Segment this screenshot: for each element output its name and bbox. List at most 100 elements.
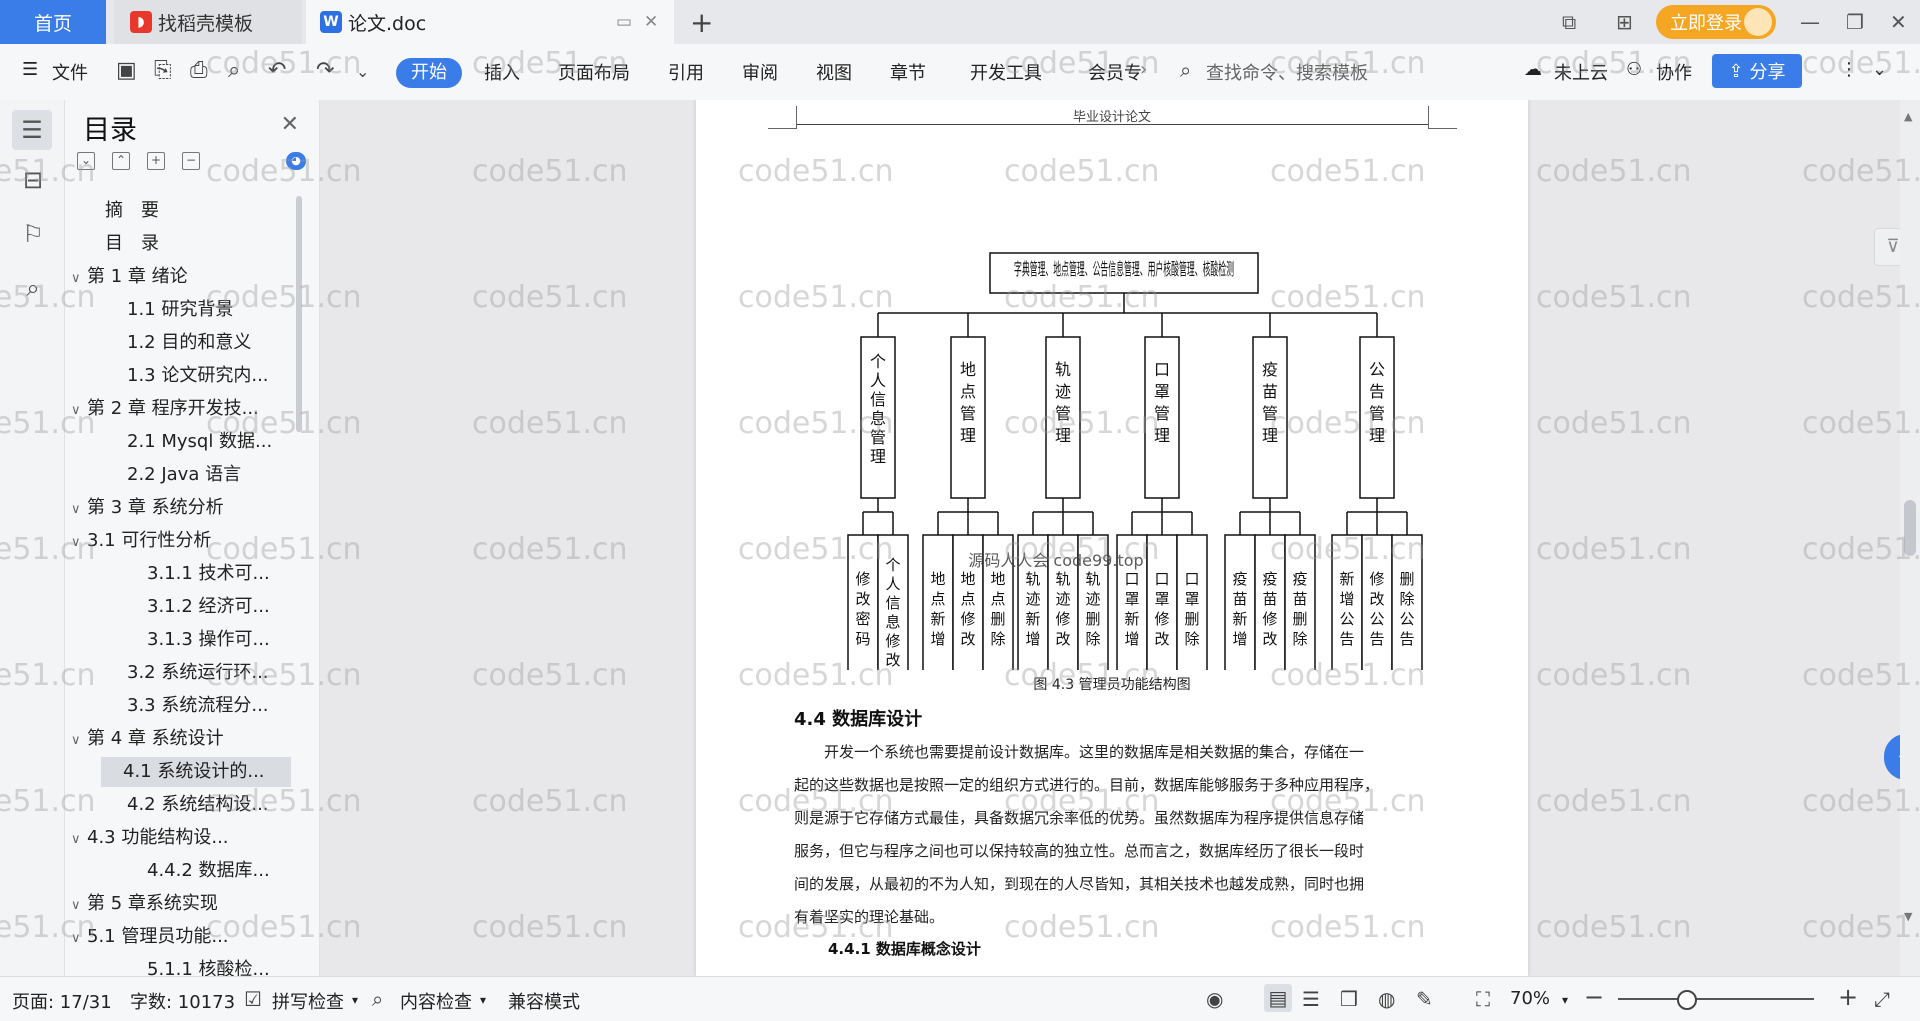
- toc-panel-icon[interactable]: ☰: [12, 110, 52, 150]
- zoom-dropdown-icon[interactable]: ▾: [1562, 993, 1568, 1007]
- menu-page-layout[interactable]: 页面布局: [558, 59, 630, 85]
- restore-icon[interactable]: ❐: [1846, 10, 1864, 34]
- menu-review[interactable]: 审阅: [742, 59, 778, 85]
- toc-item[interactable]: 3.1.3 操作可...: [65, 625, 295, 655]
- add-heading-icon[interactable]: +: [147, 152, 165, 170]
- collab-button[interactable]: 协作: [1656, 59, 1692, 85]
- zoom-out-icon[interactable]: −: [1584, 983, 1604, 1011]
- outline-view-icon[interactable]: ☰: [1302, 987, 1320, 1011]
- tab-home[interactable]: 首页: [0, 0, 106, 44]
- compat-mode[interactable]: 兼容模式: [508, 988, 580, 1014]
- filter-icon[interactable]: ⊽: [1874, 228, 1900, 266]
- collapse-ribbon-icon[interactable]: ⌄: [1872, 59, 1887, 80]
- menu-more-icon[interactable]: ›: [1140, 59, 1147, 80]
- print-preview-icon[interactable]: ⌕: [228, 58, 240, 83]
- toc-item[interactable]: 5.1.1 核酸检...: [65, 955, 295, 976]
- chevron-down-icon[interactable]: ∨: [71, 825, 87, 855]
- toc-item[interactable]: 1.2 目的和意义: [65, 328, 295, 358]
- more-options-icon[interactable]: ⋮: [1840, 59, 1858, 80]
- share-button[interactable]: ⇪ 分享: [1712, 54, 1802, 88]
- hamburger-icon[interactable]: ☰: [22, 59, 38, 80]
- toc-item[interactable]: 4.2 系统结构设...: [65, 790, 295, 820]
- find-icon[interactable]: ⌕: [18, 274, 48, 304]
- fullscreen-icon[interactable]: ⤢: [1874, 987, 1890, 1011]
- toc-item[interactable]: 目 录: [65, 229, 295, 259]
- chevron-down-icon[interactable]: ∨: [71, 726, 87, 756]
- tab-templates[interactable]: ◗ 找稻壳模板: [114, 0, 302, 44]
- zoom-slider-handle[interactable]: [1677, 990, 1697, 1010]
- write-mode-icon[interactable]: ✎: [1416, 987, 1433, 1011]
- toc-item[interactable]: ∨ 3.1 可行性分析: [65, 526, 295, 556]
- chevron-down-icon[interactable]: ∨: [71, 924, 87, 954]
- web-view-icon[interactable]: ◍: [1378, 987, 1395, 1011]
- vertical-scrollbar[interactable]: ▲ ▼: [1900, 100, 1920, 976]
- spellcheck-dropdown-icon[interactable]: ▾: [352, 993, 358, 1007]
- chevron-down-icon[interactable]: ∨: [71, 264, 87, 294]
- scroll-down-icon[interactable]: ▼: [1904, 910, 1912, 923]
- new-tab-icon[interactable]: +: [690, 6, 713, 39]
- spellcheck-button[interactable]: 拼写检查: [272, 988, 344, 1014]
- toc-item[interactable]: ∨ 第 3 章 系统分析: [65, 493, 295, 523]
- word-count[interactable]: 字数: 10173: [130, 988, 235, 1014]
- chevron-down-icon[interactable]: ∨: [71, 528, 87, 558]
- command-search-input[interactable]: 查找命令、搜索模板: [1206, 59, 1368, 85]
- monitor-icon[interactable]: ▭: [616, 12, 632, 32]
- minimize-icon[interactable]: —: [1800, 10, 1820, 34]
- tab-document[interactable]: W 论文.doc ▭ ✕: [306, 0, 674, 44]
- toc-item[interactable]: 2.2 Java 语言: [65, 460, 295, 490]
- toc-item[interactable]: ∨ 第 5 章系统实现: [65, 889, 295, 919]
- chevron-down-icon[interactable]: ∨: [71, 891, 87, 921]
- bookmark-icon[interactable]: ⚐: [18, 220, 48, 250]
- toc-item[interactable]: 1.3 论文研究内...: [65, 361, 295, 391]
- content-check-dropdown-icon[interactable]: ▾: [480, 993, 486, 1007]
- toc-item[interactable]: ∨ 第 4 章 系统设计: [65, 724, 295, 754]
- menu-chapter[interactable]: 章节: [890, 59, 926, 85]
- expand-all-icon[interactable]: ⌄: [77, 152, 95, 170]
- login-button[interactable]: 立即登录: [1656, 5, 1776, 39]
- toc-item[interactable]: 摘 要: [65, 196, 295, 226]
- scrollbar-thumb[interactable]: [1904, 500, 1916, 556]
- file-menu[interactable]: 文件: [52, 59, 88, 85]
- fit-page-icon[interactable]: ⛶: [1476, 987, 1490, 1011]
- toc-item[interactable]: 3.3 系统流程分...: [65, 691, 295, 721]
- zoom-level[interactable]: 70%: [1510, 988, 1550, 1009]
- print-icon[interactable]: ⎙: [190, 58, 208, 83]
- menu-references[interactable]: 引用: [668, 59, 704, 85]
- toc-item[interactable]: 3.1.2 经济可...: [65, 592, 295, 622]
- collapse-all-icon[interactable]: ⌃: [112, 152, 130, 170]
- toc-scrollbar[interactable]: [296, 196, 302, 432]
- zoom-slider[interactable]: [1618, 998, 1814, 1000]
- smart-toc-icon[interactable]: ◕: [286, 152, 306, 170]
- menu-view[interactable]: 视图: [816, 59, 852, 85]
- menu-start[interactable]: 开始: [396, 58, 462, 88]
- toc-item[interactable]: 2.1 Mysql 数据...: [65, 427, 295, 457]
- redo-icon[interactable]: ↷: [316, 58, 334, 83]
- toc-item[interactable]: ∨ 5.1 管理员功能...: [65, 922, 295, 952]
- cloud-status[interactable]: 未上云: [1554, 59, 1608, 85]
- undo-icon[interactable]: ↶: [268, 58, 286, 83]
- menu-developer[interactable]: 开发工具: [970, 59, 1042, 85]
- toc-item[interactable]: 3.1.1 技术可...: [65, 559, 295, 589]
- close-window-icon[interactable]: ✕: [1890, 10, 1907, 34]
- apps-grid-icon[interactable]: ⊞: [1616, 10, 1633, 34]
- toc-item[interactable]: ∨ 第 2 章 程序开发技...: [65, 394, 295, 424]
- toc-item[interactable]: 1.1 研究背景: [65, 295, 295, 325]
- chevron-down-icon[interactable]: ∨: [71, 396, 87, 426]
- export-pdf-icon[interactable]: ⎘: [154, 58, 172, 83]
- content-check-button[interactable]: 内容检查: [400, 988, 472, 1014]
- toc-item[interactable]: ∨ 第 1 章 绪论: [65, 262, 295, 292]
- window-layout-icon[interactable]: ⧉: [1562, 10, 1576, 34]
- toc-item[interactable]: ∨ 4.3 功能结构设...: [65, 823, 295, 853]
- save-icon[interactable]: ▣: [116, 58, 137, 83]
- toc-item[interactable]: 4.4.2 数据库...: [65, 856, 295, 886]
- toc-item[interactable]: 3.2 系统运行环...: [65, 658, 295, 688]
- close-icon[interactable]: ✕: [281, 112, 299, 137]
- reading-view-icon[interactable]: ❒: [1340, 987, 1358, 1011]
- page-view-icon[interactable]: ▤: [1264, 984, 1292, 1012]
- scroll-up-icon[interactable]: ▲: [1904, 110, 1912, 123]
- menu-insert[interactable]: 插入: [484, 59, 520, 85]
- page-indicator[interactable]: 页面: 17/31: [12, 988, 112, 1014]
- menu-member[interactable]: 会员专: [1088, 59, 1142, 85]
- remove-heading-icon[interactable]: −: [182, 152, 200, 170]
- navigation-icon[interactable]: ⊟: [18, 166, 48, 196]
